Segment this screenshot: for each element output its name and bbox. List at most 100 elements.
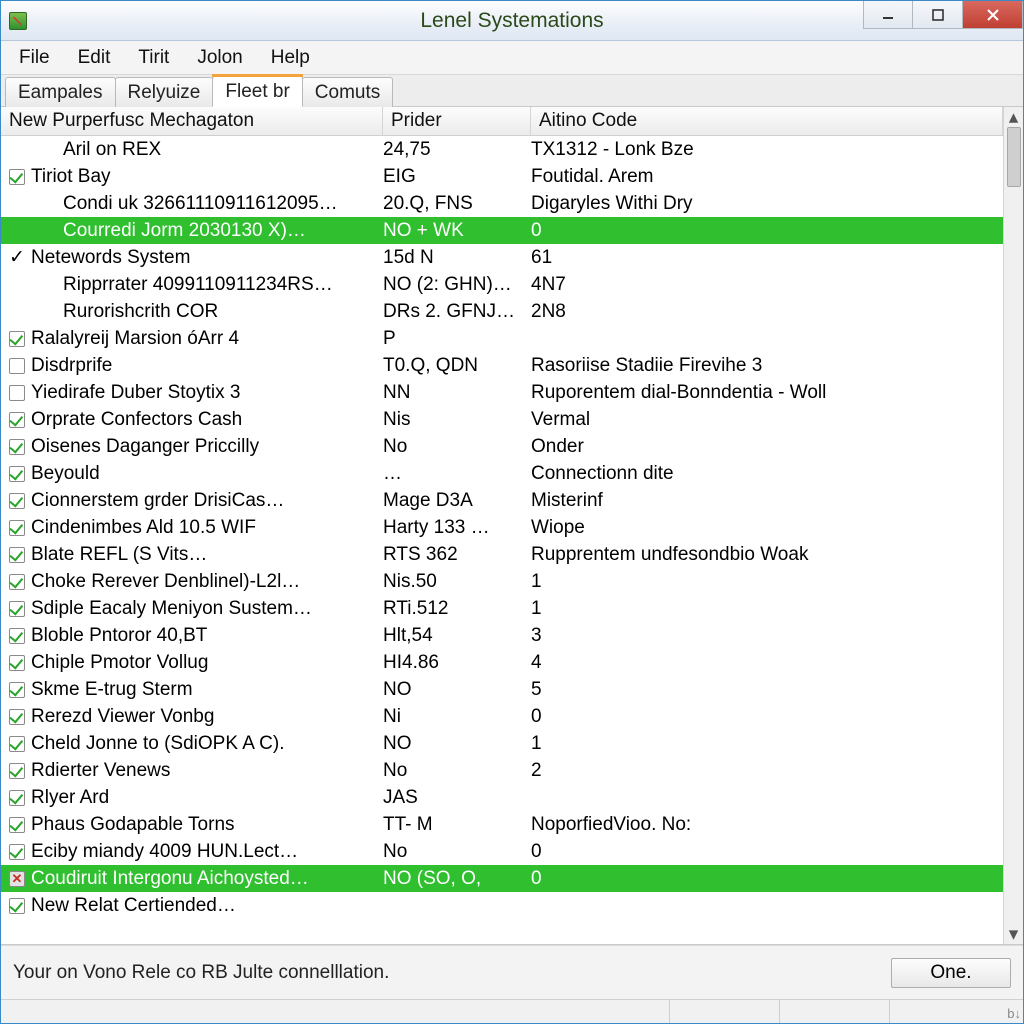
one-button[interactable]: One.: [891, 958, 1011, 988]
cell-name: Beyould: [1, 463, 383, 485]
table-row[interactable]: Oisenes Daganger PriccillyNoOnder: [1, 433, 1003, 460]
checkmark-icon[interactable]: [9, 439, 25, 455]
checkmark-icon[interactable]: [9, 655, 25, 671]
checkbox-empty[interactable]: [9, 385, 25, 401]
cell-name: Rerezd Viewer Vonbg: [1, 706, 383, 728]
cell-prider: NN: [383, 382, 531, 404]
column-header-0[interactable]: New Purperfusc Mechagaton: [1, 107, 383, 135]
cell-aitino: 5: [531, 679, 1003, 701]
checkbox-empty[interactable]: [9, 358, 25, 374]
table-header: New Purperfusc Mechagaton Prider Aitino …: [1, 107, 1003, 136]
menu-tirit[interactable]: Tirit: [124, 41, 183, 74]
checkmark-icon[interactable]: [9, 763, 25, 779]
table-row[interactable]: Cionnerstem grder DrisiCas…Mage D3AMiste…: [1, 487, 1003, 514]
table-row[interactable]: Phaus Godapable TornsTT- MNoporfiedVioo.…: [1, 811, 1003, 838]
row-label: Coudiruit Intergonu Aichoysted…: [31, 868, 309, 890]
tab-2[interactable]: Fleet br: [212, 76, 302, 107]
table-body[interactable]: Aril on REX24,75TX1312 - Lonk BzeTiriot …: [1, 136, 1003, 944]
table-row[interactable]: Eciby miandy 4009 HUN.Lect…No0: [1, 838, 1003, 865]
cell-aitino: Digaryles Withi Dry: [531, 193, 1003, 215]
checkmark-icon[interactable]: [9, 493, 25, 509]
table-row[interactable]: Rdierter VenewsNo2: [1, 757, 1003, 784]
table-row[interactable]: Coudiruit Intergonu Aichoysted…NO (SO, O…: [1, 865, 1003, 892]
scroll-down-icon[interactable]: ▾: [1004, 924, 1023, 944]
row-label: Rerezd Viewer Vonbg: [31, 706, 214, 728]
menu-help[interactable]: Help: [257, 41, 324, 74]
table-row[interactable]: Sdiple Eacaly Meniyon Sustem…RTi.5121: [1, 595, 1003, 622]
checkmark-icon[interactable]: [9, 547, 25, 563]
checkmark-icon[interactable]: [9, 601, 25, 617]
resize-grip-icon[interactable]: b↓: [999, 1000, 1023, 1023]
table-row[interactable]: Beyould…Connectionn dite: [1, 460, 1003, 487]
menu-edit[interactable]: Edit: [64, 41, 125, 74]
checkmark-icon[interactable]: [9, 817, 25, 833]
scroll-up-icon[interactable]: ▴: [1004, 107, 1023, 127]
vertical-scrollbar[interactable]: ▴ ▾: [1003, 107, 1023, 944]
checkmark-icon[interactable]: [9, 331, 25, 347]
table-row[interactable]: Choke Rerever Denblinel)-L2l…Nis.501: [1, 568, 1003, 595]
cell-prider: Ni: [383, 706, 531, 728]
cell-prider: …: [383, 463, 531, 485]
table-row[interactable]: Rerezd Viewer VonbgNi0: [1, 703, 1003, 730]
titlebar[interactable]: Lenel Systemations: [1, 1, 1023, 41]
table-row[interactable]: Bloble Pntoror 40,BTHlt,543: [1, 622, 1003, 649]
menu-file[interactable]: File: [5, 41, 64, 74]
table-row[interactable]: Orprate Confectors CashNisVermal: [1, 406, 1003, 433]
table-row[interactable]: Ripprrater 4099110911234RS…NO (2: GHN)…4…: [1, 271, 1003, 298]
table-row[interactable]: Cheld Jonne to (SdiOPK A C).NO1: [1, 730, 1003, 757]
table-row[interactable]: Tiriot BayEIGFoutidal. Arem: [1, 163, 1003, 190]
tab-3[interactable]: Comuts: [302, 77, 393, 107]
error-icon[interactable]: [9, 871, 25, 887]
cell-prider: TT- M: [383, 814, 531, 836]
cell-name: Rdierter Venews: [1, 760, 383, 782]
table-row[interactable]: Rlyer ArdJAS: [1, 784, 1003, 811]
checkmark-icon[interactable]: [9, 709, 25, 725]
table-row[interactable]: Condi uk 32661110911612095…20.Q, FNSDiga…: [1, 190, 1003, 217]
table-row[interactable]: Cindenimbes Ald 10.5 WIFHarty 133 …Wiope: [1, 514, 1003, 541]
cell-name: Courredi Jorm 2030130 X)…: [1, 220, 383, 242]
row-label: Choke Rerever Denblinel)-L2l…: [31, 571, 300, 593]
tab-0[interactable]: Eampales: [5, 77, 116, 107]
checkmark-icon[interactable]: [9, 898, 25, 914]
cell-prider: DRs 2. GFNJ…: [383, 301, 531, 323]
table-row[interactable]: DisdrprifeT0.Q, QDNRasoriise Stadiie Fir…: [1, 352, 1003, 379]
table-row[interactable]: Aril on REX24,75TX1312 - Lonk Bze: [1, 136, 1003, 163]
cell-name: Oisenes Daganger Priccilly: [1, 436, 383, 458]
table-row[interactable]: New Relat Certiended…: [1, 892, 1003, 919]
checkmark-icon[interactable]: [9, 169, 25, 185]
cell-name: Yiedirafe Duber Stoytix 3: [1, 382, 383, 404]
checkmark-icon[interactable]: [9, 844, 25, 860]
cell-name: Eciby miandy 4009 HUN.Lect…: [1, 841, 383, 863]
checkmark-icon[interactable]: [9, 628, 25, 644]
menubar: FileEditTiritJolonHelp: [1, 41, 1023, 75]
menu-jolon[interactable]: Jolon: [183, 41, 256, 74]
checkmark-icon: ✓: [9, 246, 25, 269]
table-row[interactable]: Ralalyreij Marsion óArr 4P: [1, 325, 1003, 352]
checkmark-icon[interactable]: [9, 736, 25, 752]
checkmark-icon[interactable]: [9, 790, 25, 806]
tab-1[interactable]: Relyuize: [115, 77, 214, 107]
row-label: Phaus Godapable Torns: [31, 814, 235, 836]
table-row[interactable]: Blate REFL (S Vits…RTS 362Rupprentem und…: [1, 541, 1003, 568]
table-row[interactable]: Skme E-trug StermNO5: [1, 676, 1003, 703]
cell-prider: NO + WK: [383, 220, 531, 242]
table-row[interactable]: Yiedirafe Duber Stoytix 3NNRuporentem di…: [1, 379, 1003, 406]
checkmark-icon[interactable]: [9, 412, 25, 428]
cell-aitino: Rasoriise Stadiie Firevihe 3: [531, 355, 1003, 377]
checkmark-icon[interactable]: [9, 466, 25, 482]
cell-aitino: 4N7: [531, 274, 1003, 296]
cell-prider: RTi.512: [383, 598, 531, 620]
checkmark-icon[interactable]: [9, 520, 25, 536]
row-label: Beyould: [31, 463, 100, 485]
table-row[interactable]: Rurorishcrith CORDRs 2. GFNJ…2N8: [1, 298, 1003, 325]
checkmark-icon[interactable]: [9, 574, 25, 590]
checkmark-icon[interactable]: [9, 682, 25, 698]
table-row[interactable]: ✓Netewords System15d N61: [1, 244, 1003, 271]
scroll-thumb[interactable]: [1007, 127, 1021, 187]
cell-name: New Relat Certiended…: [1, 895, 383, 917]
column-header-2[interactable]: Aitino Code: [531, 107, 1003, 135]
table-row[interactable]: Chiple Pmotor VollugHI4.864: [1, 649, 1003, 676]
table-row[interactable]: Courredi Jorm 2030130 X)…NO + WK0: [1, 217, 1003, 244]
column-header-1[interactable]: Prider: [383, 107, 531, 135]
cell-aitino: 61: [531, 247, 1003, 269]
